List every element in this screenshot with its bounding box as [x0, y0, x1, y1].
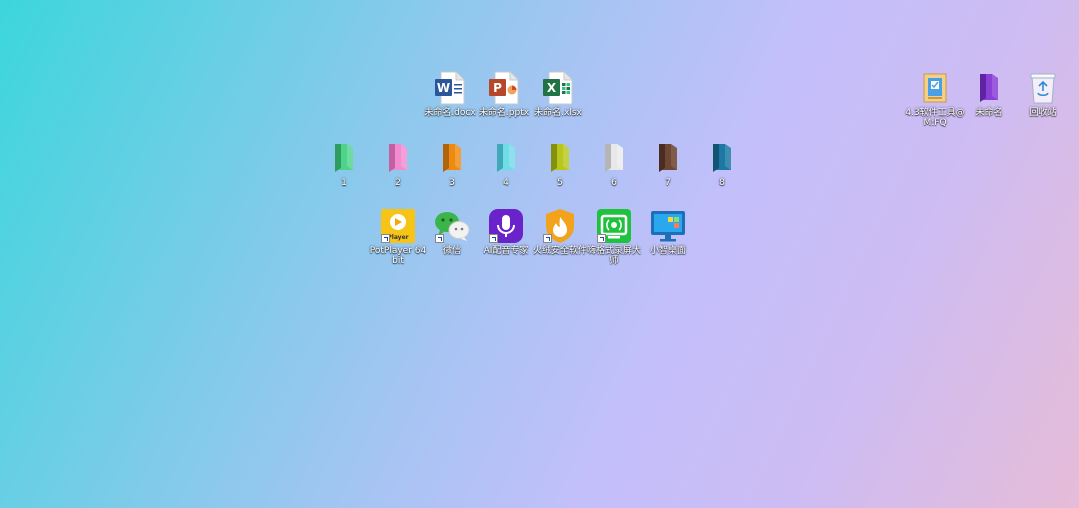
app-label: 微信	[442, 246, 461, 256]
desktop-software-store[interactable]: 4.3软件工具@M:FQ	[905, 70, 965, 128]
file-icon-docx[interactable]: W 未命名.docx	[423, 70, 477, 118]
shortcut-arrow-icon	[435, 234, 444, 243]
folder-label: 4	[503, 178, 509, 188]
app-potplayer[interactable]: Player PotPlayer 64 bit	[369, 208, 427, 266]
folder-2[interactable]: 2	[371, 140, 425, 188]
ai-speech-icon	[488, 208, 524, 244]
desktop-label: 4.3软件工具@M:FQ	[905, 108, 965, 128]
powerpoint-letter: P	[493, 81, 502, 95]
file-label-docx: 未命名.docx	[424, 108, 476, 118]
folder-label: 7	[665, 178, 671, 188]
folder-icon	[326, 140, 362, 176]
app-huorong[interactable]: 火绒安全软件	[533, 208, 587, 256]
powerpoint-pptx-icon: P	[486, 70, 522, 106]
folder-label: 6	[611, 178, 617, 188]
huorong-icon	[542, 208, 578, 244]
file-icon-pptx[interactable]: P 未命名.pptx	[477, 70, 531, 118]
folder-label: 1	[341, 178, 347, 188]
screen-record-icon	[596, 208, 632, 244]
desktop-label: 未命名	[975, 108, 1003, 118]
shortcut-arrow-icon	[489, 234, 498, 243]
recycle-bin-icon	[1025, 70, 1061, 106]
folder-1[interactable]: 1	[317, 140, 371, 188]
folder-label: 2	[395, 178, 401, 188]
folder-4[interactable]: 4	[479, 140, 533, 188]
potplayer-icon: Player	[380, 208, 416, 244]
folder-label: 8	[719, 178, 725, 188]
folder-5[interactable]: 5	[533, 140, 587, 188]
desktop-recycle-bin[interactable]: 回收站	[1016, 70, 1070, 118]
folder-icon	[434, 140, 470, 176]
shortcut-arrow-icon	[381, 234, 390, 243]
folder-icon	[596, 140, 632, 176]
shortcut-arrow-icon	[597, 234, 606, 243]
folder-3[interactable]: 3	[425, 140, 479, 188]
folder-icon	[704, 140, 740, 176]
shortcut-arrow-icon	[543, 234, 552, 243]
folder-6[interactable]: 6	[587, 140, 641, 188]
folder-icon	[488, 140, 524, 176]
app-label: 火绒安全软件	[532, 246, 587, 256]
folder-label: 5	[557, 178, 563, 188]
software-store-icon	[917, 70, 953, 106]
app-wechat[interactable]: 微信	[425, 208, 479, 256]
word-docx-icon: W	[432, 70, 468, 106]
excel-xlsx-icon: X	[540, 70, 576, 106]
file-icon-xlsx[interactable]: X 未命名.xlsx	[531, 70, 585, 118]
file-label-xlsx: 未命名.xlsx	[534, 108, 582, 118]
app-label: PotPlayer 64 bit	[369, 246, 427, 266]
folder-8[interactable]: 8	[695, 140, 749, 188]
app-label: 小智桌面	[649, 246, 686, 256]
mini-desktop-icon	[650, 208, 686, 244]
folder-label: 3	[449, 178, 455, 188]
word-letter: W	[437, 81, 450, 95]
app-mini-desktop[interactable]: 小智桌面	[641, 208, 695, 256]
file-label-pptx: 未命名.pptx	[478, 108, 530, 118]
desktop-label: 回收站	[1029, 108, 1057, 118]
app-label: 嗨格式录屏大师	[586, 246, 641, 266]
folder-icon	[380, 140, 416, 176]
folder-7[interactable]: 7	[641, 140, 695, 188]
potplayer-logo-text: Player	[387, 234, 408, 241]
app-screen-record[interactable]: 嗨格式录屏大师	[587, 208, 641, 266]
app-ai-speech[interactable]: AI配音专家	[479, 208, 533, 256]
app-label: AI配音专家	[483, 246, 529, 256]
folder-icon	[650, 140, 686, 176]
desktop-purple-folder[interactable]: 未命名	[962, 70, 1016, 118]
wechat-icon	[434, 208, 470, 244]
excel-letter: X	[547, 81, 557, 95]
purple-folder-icon	[971, 70, 1007, 106]
folder-icon	[542, 140, 578, 176]
